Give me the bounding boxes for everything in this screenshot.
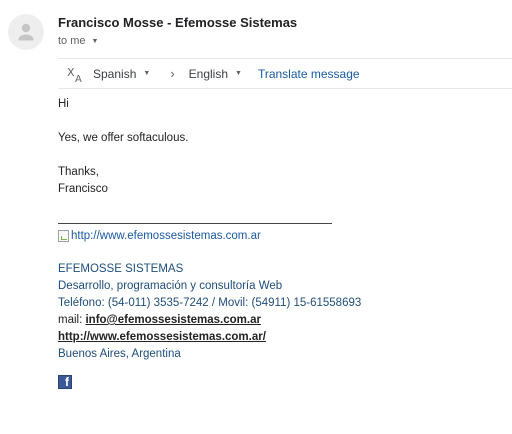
mail-line: mail: info@efemossesistemas.com.ar	[58, 314, 261, 326]
signature-divider	[58, 223, 332, 224]
svg-text:A: A	[75, 74, 82, 83]
phone-numbers: Teléfono: (54-011) 3535-7242 / Movil: (5…	[58, 297, 362, 309]
location: Buenos Aires, Argentina	[58, 348, 181, 360]
svg-text:X: X	[67, 66, 75, 79]
sender-name[interactable]: Francisco Mosse - Efemosse Sistemas	[58, 15, 297, 30]
recipient-label: to me	[58, 35, 86, 47]
greeting: Hi	[58, 98, 69, 110]
translate-message-link[interactable]: Translate message	[258, 67, 360, 81]
chevron-right-icon: ›	[170, 66, 175, 81]
logo-alt-text: http://www.efemossesistemas.com.ar	[71, 230, 261, 242]
website-link[interactable]: http://www.efemossesistemas.com.ar/	[58, 331, 266, 343]
translate-icon: X A	[67, 65, 85, 83]
signoff-name: Francisco	[58, 183, 108, 195]
signature-logo-image[interactable]: http://www.efemossesistemas.com.ar	[58, 228, 261, 244]
company-tagline: Desarrollo, programación y consultoría W…	[58, 280, 283, 292]
company-name: EFEMOSSE SISTEMAS	[58, 263, 184, 275]
mail-label: mail:	[58, 314, 83, 326]
target-language-label: English	[188, 66, 229, 81]
sender-avatar[interactable]	[8, 14, 44, 50]
message-line: Yes, we offer softaculous.	[58, 132, 189, 144]
source-language-select[interactable]: Spanish ▼	[93, 67, 150, 81]
facebook-icon[interactable]: f	[58, 375, 72, 389]
dropdown-arrow-icon: ▼	[143, 70, 151, 77]
person-icon	[18, 23, 34, 41]
broken-image-icon	[58, 230, 69, 242]
closing: Thanks,	[58, 166, 99, 178]
facebook-glyph: f	[65, 375, 69, 389]
email-link[interactable]: info@efemossesistemas.com.ar	[85, 314, 260, 326]
target-language-select[interactable]: English ▼	[189, 67, 242, 81]
dropdown-arrow-icon: ▼	[235, 70, 242, 77]
translate-bar: X A Spanish ▼ › English ▼ Translate mess…	[58, 58, 512, 89]
chevron-down-icon[interactable]: ▼	[92, 38, 99, 45]
source-language-label: Spanish	[93, 66, 137, 81]
recipient-details-toggle[interactable]: to me ▼	[58, 35, 98, 47]
website-line: http://www.efemossesistemas.com.ar/	[58, 331, 266, 343]
